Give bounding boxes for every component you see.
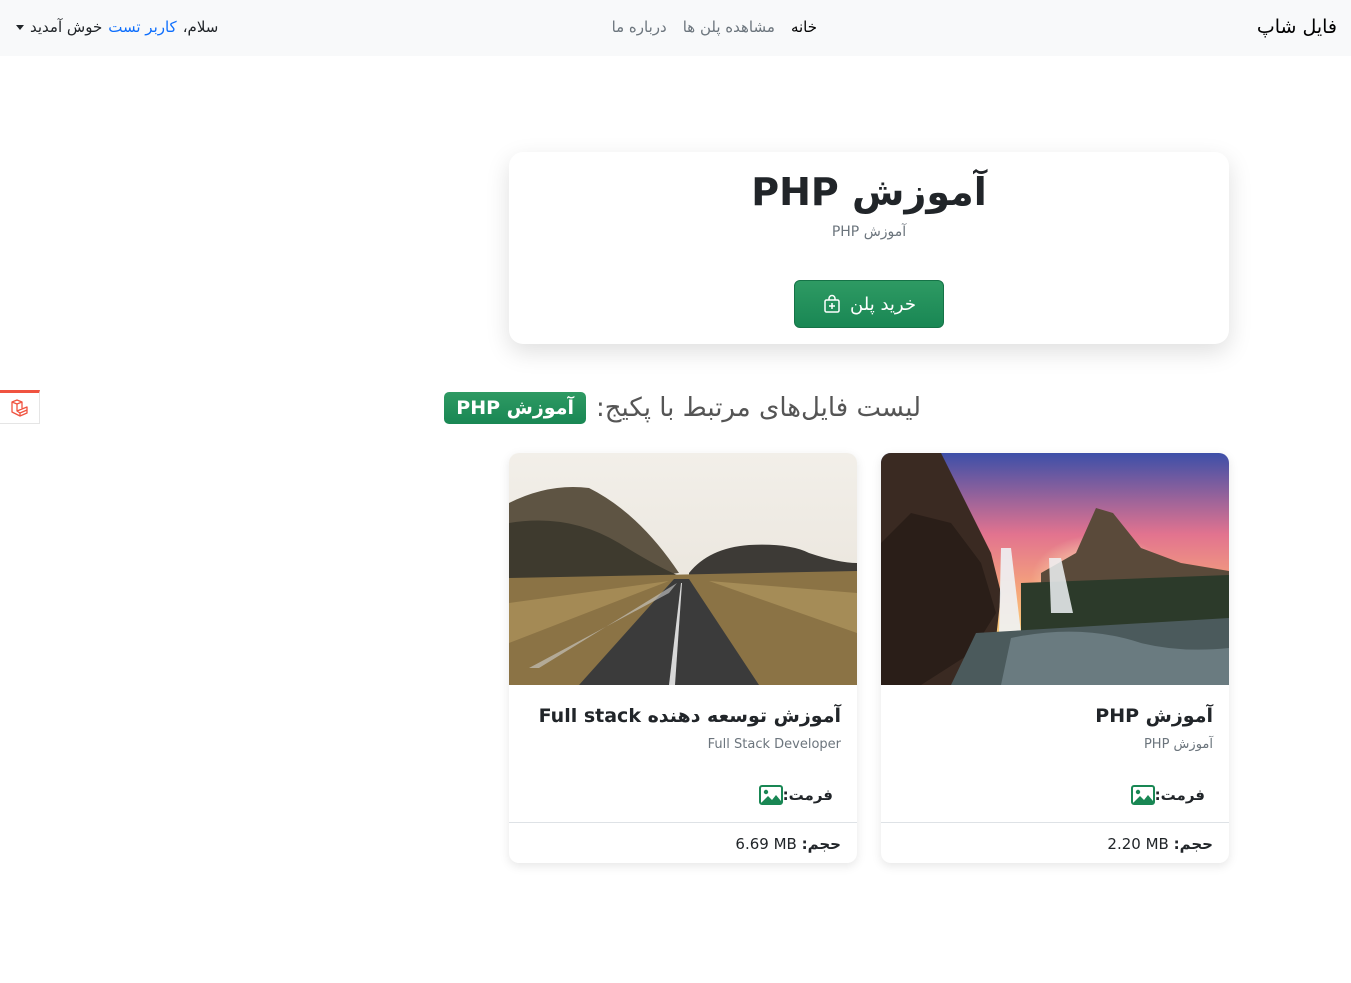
user-name: کاربر تست [108, 18, 177, 36]
file-format: فرمت: [1130, 785, 1205, 805]
size-label: حجم: [801, 835, 841, 853]
file-thumbnail-road [509, 453, 857, 685]
file-title: آموزش توسعه دهنده Full stack [538, 705, 841, 727]
image-icon [1130, 785, 1155, 805]
file-subtitle: آموزش PHP [1143, 737, 1213, 752]
brand-link[interactable]: فایل شاپ [1257, 16, 1337, 38]
bag-plus-icon [824, 294, 840, 313]
file-card-body: آموزش PHP آموزش PHP فرمت: [881, 685, 1229, 822]
size-value: 2.20 MB [1107, 835, 1169, 853]
related-files-label: لیست فایل‌های مرتبط با پکیج: [596, 393, 921, 423]
size-label: حجم: [1173, 835, 1213, 853]
user-greeting: سلام، [182, 18, 219, 36]
image-icon [758, 785, 783, 805]
main-nav: خانه مشاهده پلن ها درباره ما [612, 18, 817, 36]
package-badge: آموزش PHP [444, 392, 586, 424]
nav-link-about[interactable]: درباره ما [612, 18, 667, 36]
nav-link-home[interactable]: خانه [791, 18, 817, 36]
file-subtitle: Full Stack Developer [707, 737, 841, 752]
file-card[interactable]: آموزش توسعه دهنده Full stack Full Stack … [509, 453, 857, 863]
file-format: فرمت: [758, 785, 833, 805]
plan-subtitle: آموزش PHP [831, 224, 907, 240]
navbar: فایل شاپ خانه مشاهده پلن ها درباره ما سل… [0, 0, 1351, 56]
format-label: فرمت: [1154, 786, 1205, 804]
laravel-logo-icon [10, 399, 28, 417]
file-card[interactable]: آموزش PHP آموزش PHP فرمت: حجم: 2.20 MB [881, 453, 1229, 863]
file-card-body: آموزش توسعه دهنده Full stack Full Stack … [509, 685, 857, 822]
buy-plan-button[interactable]: خرید پلن [794, 280, 944, 328]
plan-title: آموزش PHP [751, 170, 987, 214]
file-thumbnail-waterfall [881, 453, 1229, 685]
file-card-footer: حجم: 2.20 MB [881, 822, 1229, 863]
nav-link-plans[interactable]: مشاهده پلن ها [683, 18, 775, 36]
caret-down-icon [16, 24, 24, 30]
file-card-footer: حجم: 6.69 MB [509, 822, 857, 863]
file-title: آموزش PHP [1095, 705, 1213, 727]
debugbar-tab[interactable] [0, 390, 40, 424]
user-menu-toggle[interactable]: سلام، کاربر تست خوش آمدید [16, 18, 218, 36]
buy-plan-label: خرید پلن [850, 293, 916, 315]
size-value: 6.69 MB [735, 835, 797, 853]
user-welcome: خوش آمدید [30, 18, 103, 36]
format-label: فرمت: [782, 786, 833, 804]
plan-hero-card: آموزش PHP آموزش PHP خرید پلن [509, 152, 1229, 344]
related-files-heading: لیست فایل‌های مرتبط با پکیج: آموزش PHP [444, 392, 921, 424]
